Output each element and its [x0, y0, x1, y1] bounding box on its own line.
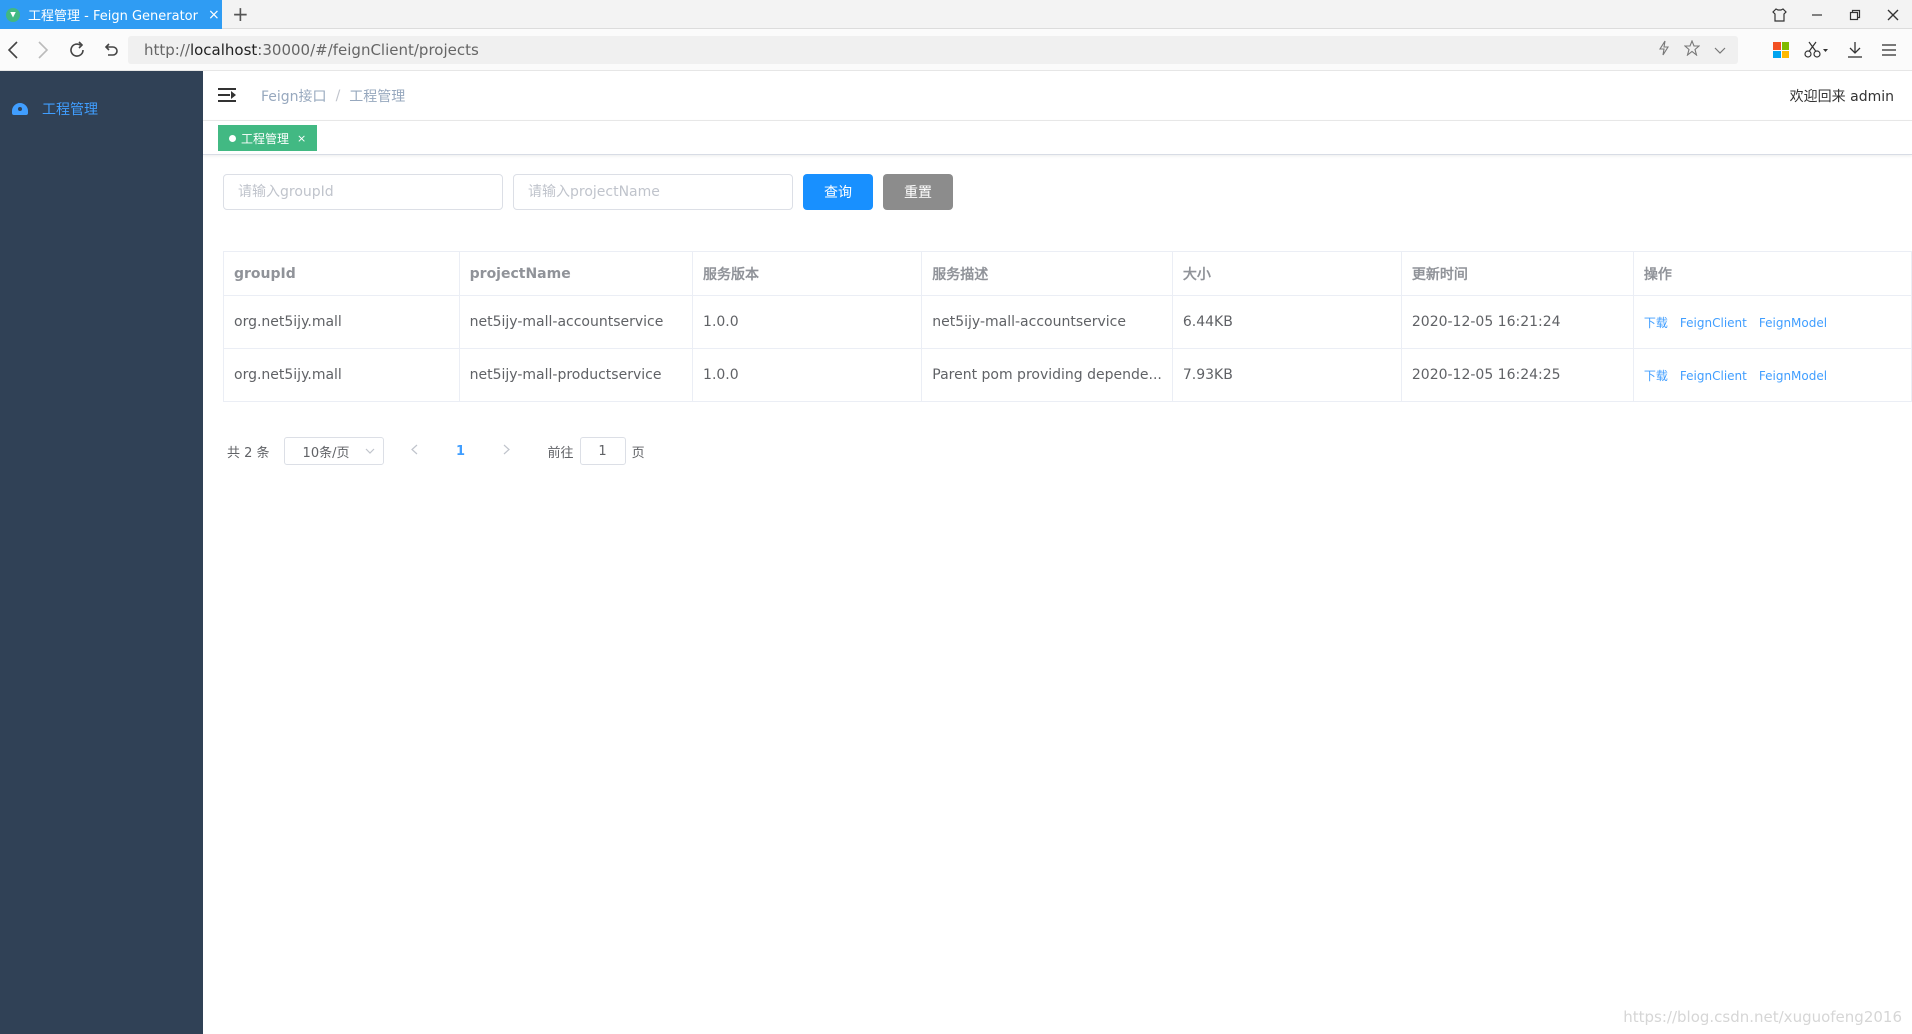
address-bar-icons [1658, 36, 1726, 64]
col-header-projectname: projectName [458, 251, 694, 296]
page-size-select[interactable]: 10条/页 [283, 437, 384, 465]
star-icon[interactable] [1683, 39, 1701, 60]
browser-tab[interactable]: 工程管理 - Feign Generator S × [0, 0, 222, 29]
sidebar-item-project-management[interactable]: 工程管理 [0, 81, 203, 137]
cell-size: 7.93KB [1171, 348, 1402, 402]
goto-suffix: 页 [631, 445, 645, 461]
projectname-input[interactable] [513, 174, 793, 210]
close-window-icon[interactable] [1874, 0, 1912, 29]
page-number-current[interactable]: 1 [446, 444, 476, 459]
table-header-row: groupId projectName 服务版本 服务描述 大小 更新时间 操作 [223, 251, 1912, 296]
col-header-size: 大小 [1171, 251, 1402, 296]
cell-projectname: net5ijy-mall-accountservice [458, 295, 694, 349]
query-button[interactable]: 查询 [803, 174, 873, 210]
cell-updated: 2020-12-05 16:24:25 [1400, 348, 1634, 402]
restore-icon[interactable] [1836, 0, 1874, 29]
lightning-icon[interactable] [1658, 40, 1670, 60]
col-header-actions: 操作 [1632, 251, 1912, 296]
table-row: org.net5ijy.mall net5ijy-mall-productser… [223, 348, 1912, 402]
projects-table: groupId projectName 服务版本 服务描述 大小 更新时间 操作… [223, 251, 1912, 402]
cell-size: 6.44KB [1171, 295, 1402, 349]
next-page-icon[interactable] [492, 443, 522, 459]
feignclient-link[interactable]: FeignClient [1680, 369, 1747, 383]
cell-actions: 下载 FeignClient FeignModel [1632, 348, 1912, 402]
table-row: org.net5ijy.mall net5ijy-mall-accountser… [223, 295, 1912, 349]
url-host: localhost [189, 41, 258, 59]
menu-icon[interactable] [1876, 37, 1902, 63]
download-icon[interactable] [1842, 37, 1868, 63]
watermark: https://blog.csdn.net/xuguofeng2016 [1623, 1008, 1902, 1026]
feignclient-link[interactable]: FeignClient [1680, 316, 1747, 330]
cell-groupid: org.net5ijy.mall [223, 348, 460, 402]
feignmodel-link[interactable]: FeignModel [1759, 316, 1827, 330]
prev-page-icon[interactable] [400, 443, 430, 459]
feignmodel-link[interactable]: FeignModel [1759, 369, 1827, 383]
browser-tab-bar: 工程管理 - Feign Generator S × + [0, 0, 1912, 29]
cell-projectname: net5ijy-mall-productservice [458, 348, 694, 402]
breadcrumb-item-project-management: 工程管理 [349, 89, 406, 105]
download-link[interactable]: 下载 [1644, 316, 1668, 330]
tag-close-icon[interactable]: × [297, 132, 306, 145]
tag-label: 工程管理 [241, 131, 290, 146]
goto-prefix: 前往 [547, 445, 574, 461]
undo-icon[interactable] [98, 37, 124, 63]
tab-close-icon[interactable]: × [208, 7, 220, 23]
chevron-down-icon [365, 444, 375, 457]
col-header-version: 服务版本 [692, 251, 923, 296]
page-jumper: 前往 1 页 [548, 437, 645, 465]
browser-tab-title: 工程管理 - Feign Generator S [28, 9, 200, 24]
breadcrumb-item-feign[interactable]: Feign接口 [261, 86, 327, 106]
skin-icon[interactable] [1760, 0, 1798, 29]
breadcrumb-separator: / [335, 88, 341, 104]
welcome-text[interactable]: 欢迎回来 admin [1790, 71, 1894, 121]
cell-actions: 下载 FeignClient FeignModel [1632, 295, 1912, 349]
active-dot-icon [229, 134, 236, 142]
reload-icon[interactable] [64, 37, 90, 63]
col-header-updated: 更新时间 [1400, 251, 1634, 296]
cell-description: net5ijy-mall-accountservice [921, 295, 1173, 349]
navbar: Feign接口 / 工程管理 欢迎回来 admin [203, 71, 1912, 121]
back-icon[interactable] [0, 37, 26, 63]
cell-version: 1.0.0 [692, 295, 923, 349]
cell-version: 1.0.0 [692, 348, 923, 402]
goto-page-input[interactable]: 1 [579, 437, 626, 465]
sidebar-item-label: 工程管理 [42, 102, 98, 118]
dashboard-icon [12, 103, 28, 115]
browser-address-bar: http://localhost:30000/#/feignClient/pro… [0, 29, 1912, 71]
tags-view: 工程管理 × [203, 121, 1912, 155]
download-link[interactable]: 下载 [1644, 369, 1668, 383]
col-header-description: 服务描述 [921, 251, 1173, 296]
pagination-total: 共 2 条 [227, 445, 270, 461]
tag-project-management[interactable]: 工程管理 × [218, 125, 318, 151]
url-path: :30000/#/feignClient/projects [257, 41, 479, 59]
cell-updated: 2020-12-05 16:21:24 [1400, 295, 1634, 349]
apps-icon[interactable] [1768, 37, 1794, 63]
breadcrumb: Feign接口 / 工程管理 [261, 71, 405, 121]
forward-icon[interactable] [30, 37, 56, 63]
pagination: 共 2 条 10条/页 1 前往 1 页 [227, 437, 645, 465]
page-size-value: 10条/页 [302, 445, 350, 461]
window-controls [1760, 0, 1912, 29]
col-header-groupid: groupId [223, 251, 460, 296]
chevron-down-icon[interactable] [1714, 41, 1726, 59]
cell-description: Parent pom providing depende... [921, 348, 1173, 402]
groupid-input[interactable] [223, 174, 503, 210]
sidebar: 工程管理 [0, 71, 203, 1034]
minimize-icon[interactable] [1798, 0, 1836, 29]
reset-button[interactable]: 重置 [883, 174, 953, 210]
scissors-icon[interactable] [1798, 37, 1834, 63]
vue-logo-icon [6, 7, 20, 22]
hamburger-icon[interactable] [218, 88, 236, 102]
new-tab-button[interactable]: + [232, 2, 249, 26]
url-scheme: http:// [144, 41, 190, 59]
cell-groupid: org.net5ijy.mall [223, 295, 460, 349]
address-input[interactable]: http://localhost:30000/#/feignClient/pro… [128, 36, 1738, 64]
